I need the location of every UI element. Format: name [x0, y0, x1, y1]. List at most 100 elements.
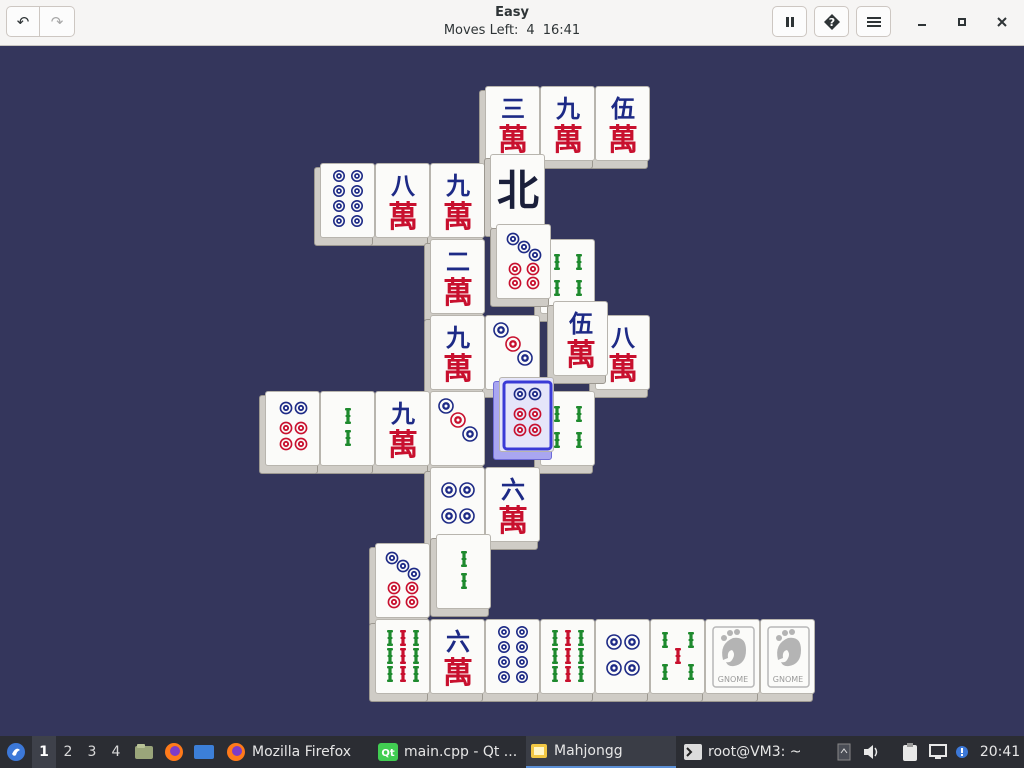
selected-tile[interactable] — [493, 377, 559, 460]
tile-bamboo[interactable] — [644, 619, 710, 702]
tile-symbol: 八萬 — [388, 171, 418, 235]
svg-text:萬: 萬 — [443, 276, 473, 311]
maximize-button[interactable] — [950, 11, 974, 33]
svg-text:六: 六 — [446, 627, 470, 656]
clipboard-button[interactable] — [898, 736, 922, 768]
workspace-3[interactable]: 3 — [80, 736, 104, 768]
network-button[interactable] — [926, 736, 950, 768]
task-firefox[interactable]: Mozilla Firefox — [222, 736, 374, 768]
task-mahjongg[interactable]: Mahjongg — [526, 736, 676, 768]
game-board[interactable]: 伍萬九萬三萬九萬八萬二萬八萬九萬九萬六萬 GNOME GNOME 六萬北伍萬 — [0, 46, 1024, 736]
undo-button[interactable]: ↶ — [6, 6, 40, 37]
tile-dots[interactable] — [490, 224, 556, 307]
tile-char[interactable]: 八萬 — [369, 163, 435, 246]
redo-button[interactable]: ↷ — [40, 6, 75, 37]
tile-dots[interactable] — [259, 391, 325, 474]
firefox-launcher[interactable] — [162, 736, 186, 768]
volume-button[interactable] — [860, 736, 884, 768]
svg-text:九: 九 — [445, 323, 470, 352]
tile-char[interactable]: 伍萬 — [547, 301, 613, 384]
start-menu-button[interactable] — [4, 736, 28, 768]
main-menu-button[interactable] — [856, 6, 891, 37]
tile-symbol — [345, 408, 351, 446]
workspace-4[interactable]: 4 — [104, 736, 128, 768]
tile-dots[interactable] — [589, 619, 655, 702]
svg-text:萬: 萬 — [498, 123, 528, 158]
tile-face — [499, 377, 554, 452]
tile-char[interactable]: 九萬 — [369, 391, 435, 474]
task-qt-creator[interactable]: Qt main.cpp - Qt ... — [374, 736, 526, 768]
tile-face — [595, 619, 650, 694]
tile-dots[interactable] — [479, 619, 545, 702]
task-terminal[interactable]: root@VM3: ~ — [680, 736, 834, 768]
file-manager-launcher[interactable] — [134, 736, 154, 768]
clock[interactable]: 20:41 — [980, 736, 1020, 768]
tile-face: 六萬 — [485, 467, 540, 542]
tile-symbol: 六萬 — [498, 475, 528, 539]
tile-symbol — [506, 232, 542, 290]
tile-wind[interactable]: 北 — [484, 154, 550, 237]
show-desktop-button[interactable] — [192, 736, 216, 768]
update-notification-icon — [956, 746, 968, 758]
svg-text:萬: 萬 — [566, 338, 596, 373]
close-button[interactable] — [990, 11, 1014, 33]
tile-face: 三萬 — [485, 86, 540, 161]
tile-face: 九萬 — [375, 391, 430, 466]
tile-dots[interactable] — [314, 163, 380, 246]
tile-symbol: 伍萬 — [566, 309, 596, 373]
tile-face — [375, 543, 430, 618]
svg-text:九: 九 — [555, 94, 580, 123]
tile-char[interactable]: 九萬 — [424, 315, 490, 398]
moves-left-value: 4 — [526, 23, 535, 38]
tile-symbol — [606, 634, 640, 676]
svg-text:萬: 萬 — [608, 123, 638, 158]
svg-text:伍: 伍 — [611, 94, 635, 123]
tile-char[interactable]: 六萬 — [424, 619, 490, 702]
tile-bamboo[interactable] — [369, 619, 435, 702]
tile-face — [485, 619, 540, 694]
tile-face — [496, 224, 551, 299]
tile-face — [430, 391, 485, 466]
tile-face: GNOME — [705, 619, 760, 694]
svg-text:伍: 伍 — [569, 309, 593, 338]
tile-symbol — [438, 398, 478, 442]
svg-text:GNOME: GNOME — [773, 675, 803, 684]
tile-gnome[interactable]: GNOME — [754, 619, 820, 702]
maximize-icon — [958, 18, 966, 26]
tile-symbol — [461, 551, 467, 589]
volume-icon — [864, 745, 878, 759]
tile-symbol: GNOME — [767, 626, 810, 688]
tile-dots[interactable] — [424, 391, 490, 474]
firefox-icon — [227, 743, 245, 761]
tile-symbol — [333, 170, 363, 227]
pause-button[interactable] — [772, 6, 807, 37]
tile-char[interactable]: 二萬 — [424, 239, 490, 322]
tile-bamboo[interactable] — [430, 534, 496, 617]
minimize-button[interactable] — [910, 11, 934, 33]
tile-gnome[interactable]: GNOME — [699, 619, 765, 702]
tile-bamboo[interactable] — [314, 391, 380, 474]
tile-symbol — [498, 626, 528, 683]
tile-symbol — [385, 551, 421, 609]
tile-dots[interactable] — [369, 543, 435, 626]
svg-text:八: 八 — [611, 323, 636, 352]
mahjongg-icon — [531, 744, 547, 758]
file-manager-icon — [135, 744, 153, 759]
svg-text:萬: 萬 — [388, 200, 418, 235]
updates-button[interactable] — [952, 736, 972, 768]
tile-char[interactable]: 九萬 — [424, 163, 490, 246]
tile-face: 六萬 — [430, 619, 485, 694]
workspace-2[interactable]: 2 — [56, 736, 80, 768]
hamburger-menu-icon — [866, 16, 881, 27]
tile-face — [320, 391, 375, 466]
workspace-1[interactable]: 1 — [32, 736, 56, 768]
tile-char[interactable]: 伍萬 — [589, 86, 655, 169]
tile-face — [436, 534, 491, 609]
svg-text:二: 二 — [446, 247, 470, 276]
pause-icon — [785, 16, 794, 27]
desktop-icon — [194, 745, 214, 759]
svg-text:萬: 萬 — [498, 504, 528, 539]
hint-button[interactable]: ? — [814, 6, 849, 37]
tile-face: 伍萬 — [553, 301, 608, 376]
tile-bamboo[interactable] — [534, 619, 600, 702]
